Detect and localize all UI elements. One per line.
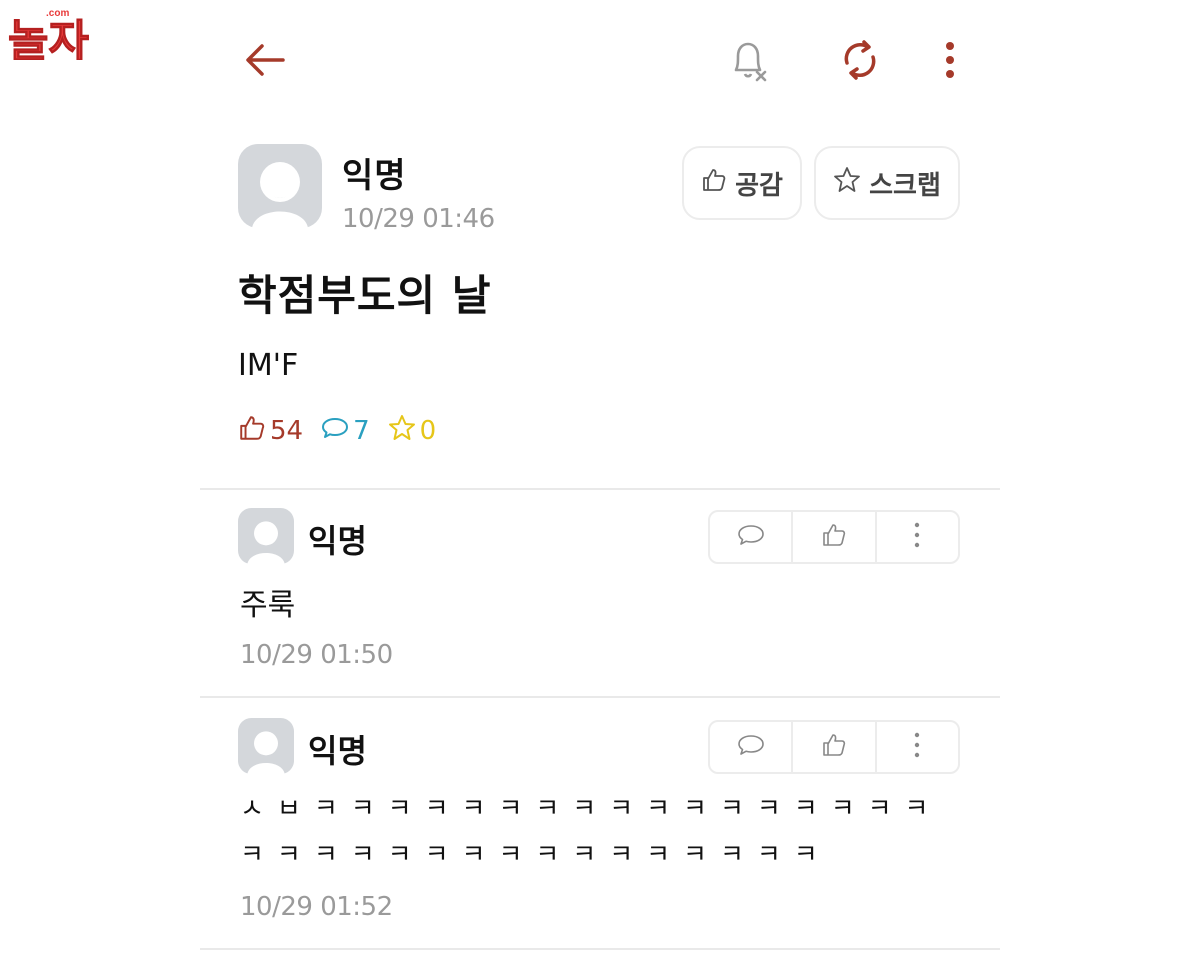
more-vertical-icon	[913, 522, 921, 552]
comment-text: ㅅㅂㅋㅋㅋㅋㅋㅋㅋㅋㅋㅋㅋㅋㅋㅋㅋㅋㅋㅋㅋㅋㅋㅋㅋㅋㅋㅋㅋㅋㅋㅋㅋㅋㅋ	[240, 794, 942, 870]
thumbs-up-icon	[821, 732, 847, 762]
comment-timestamp: 10/29 01:50	[240, 640, 393, 670]
divider	[200, 696, 1000, 698]
comment-more-button[interactable]	[877, 722, 958, 772]
more-vertical-icon	[913, 732, 921, 762]
reply-button[interactable]	[710, 512, 794, 562]
reply-button[interactable]	[710, 722, 794, 772]
comment-avatar	[238, 718, 294, 774]
comment-like-button[interactable]	[793, 722, 877, 772]
scrap-button-label: 스크랩	[869, 170, 941, 201]
star-icon	[388, 414, 416, 449]
comment-bubble-icon	[737, 733, 765, 761]
divider	[200, 488, 1000, 490]
like-count: 54	[270, 416, 304, 446]
scrap-count: 0	[419, 416, 437, 446]
like-button[interactable]: 공감	[682, 146, 802, 220]
thumbs-up-icon	[701, 167, 727, 200]
comment-action-group	[708, 720, 960, 774]
comment-more-button[interactable]	[877, 512, 958, 562]
thumbs-up-icon	[821, 522, 847, 552]
more-vertical-icon[interactable]	[930, 34, 970, 86]
comment-count: 7	[353, 416, 370, 446]
svg-text:놀자: 놀자	[8, 16, 89, 60]
scrap-count-stat: 0	[388, 414, 437, 449]
comment-timestamp: 10/29 01:52	[240, 892, 393, 922]
comment-author: 익명	[308, 732, 367, 770]
post-avatar	[238, 144, 322, 228]
thumbs-up-icon	[238, 414, 266, 449]
post-title: 학점부도의 날	[238, 271, 492, 320]
comment-action-group	[708, 510, 960, 564]
comment-like-button[interactable]	[793, 512, 877, 562]
post-body: IM'F	[238, 348, 299, 383]
post-author: 익명	[342, 156, 407, 196]
comment-text: 주룩	[240, 588, 296, 623]
scrap-button[interactable]: 스크랩	[814, 146, 960, 220]
refresh-icon[interactable]	[832, 34, 888, 86]
comment-bubble-icon	[737, 523, 765, 551]
like-count-stat: 54	[238, 414, 303, 449]
divider	[200, 948, 1000, 950]
star-icon	[833, 166, 861, 201]
watermark-logo: .com 놀자	[6, 6, 148, 68]
post-timestamp: 10/29 01:46	[342, 204, 495, 234]
comment-avatar	[238, 508, 294, 564]
like-button-label: 공감	[735, 170, 783, 201]
comment-bubble-icon	[321, 416, 349, 447]
comment-author: 익명	[308, 522, 367, 560]
back-arrow-icon[interactable]	[240, 36, 290, 84]
post-stats: 54 7 0	[238, 414, 454, 448]
comment-count-stat: 7	[321, 416, 370, 447]
notification-off-bell-icon[interactable]	[720, 34, 776, 86]
